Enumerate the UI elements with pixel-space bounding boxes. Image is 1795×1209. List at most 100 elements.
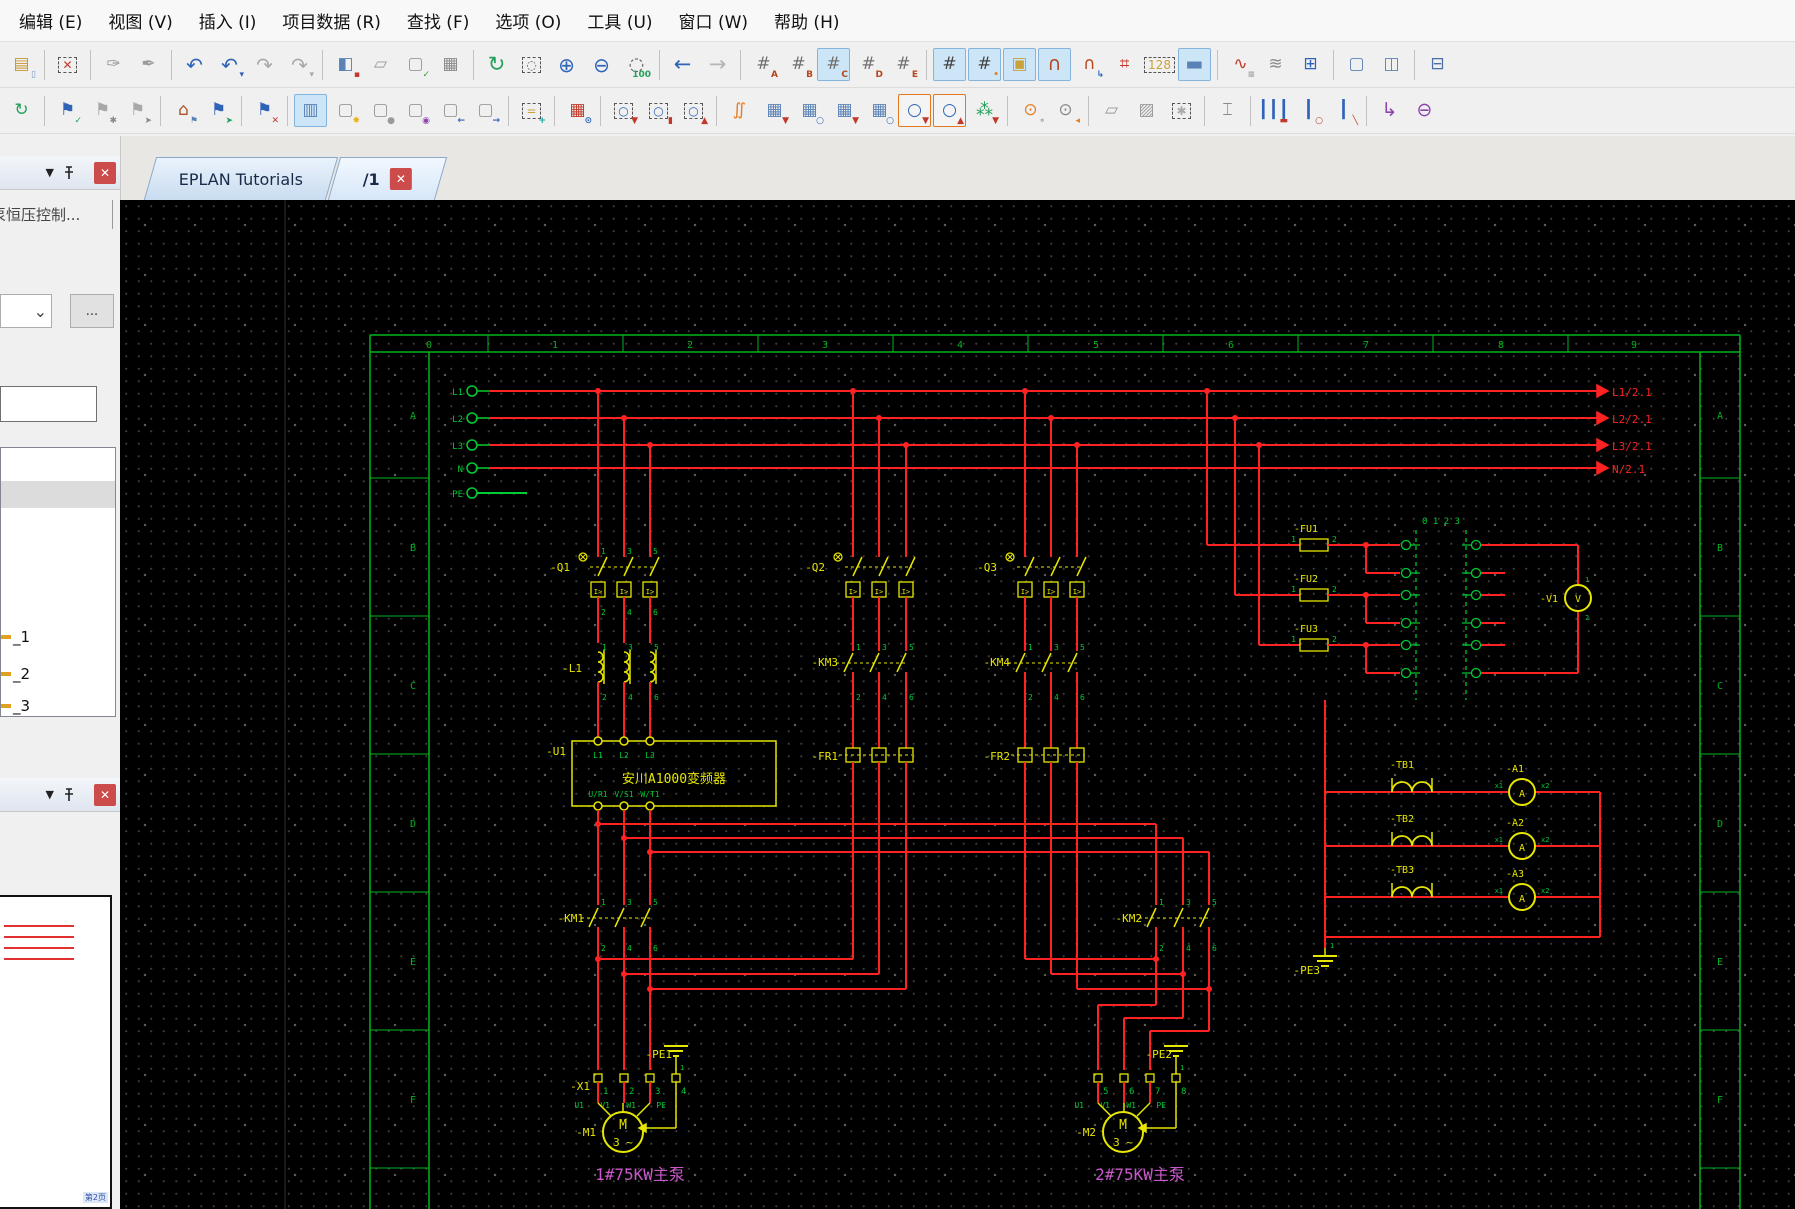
wire[interactable] — [1015, 652, 1026, 673]
symbol-list-item[interactable]: _2 — [1, 661, 115, 687]
bus-ref-n[interactable]: N/2.1 — [1612, 463, 1645, 476]
zoom-100-icon[interactable]: ◌ 100 — [620, 48, 653, 81]
label[interactable]: 2 — [856, 693, 861, 702]
label[interactable]: 6 — [909, 693, 914, 702]
label[interactable]: U1 — [574, 1101, 584, 1110]
symbol-circle[interactable] — [619, 736, 629, 746]
terminal-N[interactable] — [466, 462, 478, 474]
wire[interactable] — [843, 652, 854, 673]
device-q3[interactable]: -Q3 — [977, 561, 997, 574]
label[interactable]: x1 — [1495, 782, 1503, 790]
symbol-circle[interactable] — [1470, 589, 1482, 601]
label[interactable]: I> — [646, 588, 654, 596]
workspace-layout-icon[interactable]: ◧ ▪ — [329, 48, 362, 81]
insert-graphic-icon[interactable]: ✱ — [1165, 94, 1198, 127]
symbol-place-icon[interactable]: ○ ▼ — [607, 94, 640, 127]
u1-inverter-text[interactable]: 安川A1000变频器 — [622, 771, 726, 787]
label[interactable]: 4 — [681, 1087, 686, 1097]
panel1-menu-icon[interactable]: ▼ — [46, 166, 54, 179]
label[interactable]: 2 — [1159, 944, 1164, 953]
fuse-fu2[interactable] — [1299, 588, 1329, 602]
paste-icon[interactable]: ▤ ▯ — [5, 48, 38, 81]
label[interactable]: V/S1 — [614, 790, 633, 799]
label[interactable]: 2 — [1332, 535, 1337, 544]
device-fr2[interactable]: -FR2 — [984, 750, 1011, 763]
symbol-pin-down-icon[interactable]: ○ ▮ — [642, 94, 675, 127]
label[interactable]: 5 — [1103, 1087, 1108, 1097]
grid-e-icon[interactable]: # E — [887, 48, 920, 81]
symbol-circle[interactable] — [1470, 539, 1482, 551]
label[interactable]: 3 — [627, 547, 632, 556]
label[interactable]: 1 — [1585, 576, 1589, 584]
zoom-window-icon[interactable]: ◌ — [515, 48, 548, 81]
device-filter-icon[interactable]: ▦ ⊙ — [561, 94, 594, 127]
page-macro-icon[interactable]: ▢ ◉ — [399, 94, 432, 127]
symbol-tree-list[interactable]: _1 _2 _3 — [0, 447, 116, 717]
wire[interactable] — [1024, 556, 1035, 577]
menu-help[interactable]: 帮助 (H) — [761, 2, 852, 39]
interrupt-connection-icon[interactable]: ┃ ╲ — [1327, 94, 1360, 127]
device-v1[interactable]: -V1 — [1540, 594, 1558, 605]
label[interactable]: U1 — [1074, 1101, 1084, 1110]
menu-options[interactable]: 选项 (O) — [482, 2, 574, 39]
zoom-in-icon[interactable]: ⊕ — [550, 48, 583, 81]
label[interactable]: L3 — [645, 751, 655, 760]
cable-navigator-funnel-icon[interactable]: ▦ ▼ — [828, 94, 861, 127]
device-fu2[interactable]: -FU2 — [1294, 574, 1318, 585]
label[interactable]: 1 — [1291, 635, 1296, 644]
label[interactable]: 8 — [1181, 1087, 1186, 1097]
label[interactable]: 3 — [882, 643, 887, 652]
symbol-pin-up-icon[interactable]: ○ ▲ — [677, 94, 710, 127]
insert-terminal-icon[interactable]: ○ ▲ — [933, 94, 966, 127]
label[interactable]: I> — [875, 588, 883, 596]
label[interactable]: M — [1119, 1118, 1127, 1133]
go-forward-icon[interactable]: → — [701, 48, 734, 81]
symbol-box[interactable] — [1171, 1073, 1181, 1083]
menu-insert[interactable]: 插入 (I) — [186, 2, 270, 39]
delete-wires-icon[interactable]: ┃┃┃ ▬ — [1257, 94, 1290, 127]
bus-label-pe[interactable]: PE — [452, 490, 463, 500]
device-tb3[interactable]: -TB3 — [1390, 865, 1414, 876]
panel2-pin-icon[interactable] — [63, 787, 75, 802]
wire[interactable] — [597, 556, 608, 577]
device-a1[interactable]: -A1 — [1506, 764, 1524, 775]
arrow[interactable] — [1596, 383, 1610, 399]
terminal-L3[interactable] — [466, 439, 478, 451]
label[interactable]: 2 — [601, 608, 606, 617]
connection-curve-icon[interactable]: ↳ — [1373, 94, 1406, 127]
label[interactable]: 4 — [628, 693, 633, 702]
wire[interactable] — [614, 907, 625, 928]
label[interactable]: 6 — [653, 944, 658, 953]
structure-filter-icon[interactable]: ⁂ ▼ — [968, 94, 1001, 127]
label[interactable]: 4 — [627, 944, 632, 953]
bus-ref-l2[interactable]: L2/2.1 — [1612, 413, 1652, 426]
label[interactable]: I> — [1021, 588, 1029, 596]
hatch-area-icon[interactable]: ▨ — [1130, 94, 1163, 127]
label[interactable]: 1 — [601, 898, 606, 907]
device-km1[interactable]: -KM1 — [558, 912, 585, 925]
arrow[interactable] — [1596, 460, 1610, 476]
pump1-label[interactable]: 1#75KW主泵 — [595, 1165, 685, 1184]
symbol-circle[interactable] — [645, 801, 655, 811]
device-pe1[interactable]: -PE1 — [646, 1048, 673, 1061]
symbol-circle[interactable] — [1470, 639, 1482, 651]
bus-label-l2[interactable]: L2 — [452, 415, 463, 425]
menu-window[interactable]: 窗口 (W) — [666, 2, 761, 39]
arrow[interactable] — [1596, 437, 1610, 453]
label[interactable]: 3 — [655, 1087, 660, 1097]
label[interactable]: 2 — [601, 944, 606, 953]
wire[interactable] — [878, 556, 889, 577]
grid-d-icon[interactable]: # D — [852, 48, 885, 81]
list-selection[interactable] — [1, 481, 115, 508]
label[interactable]: A — [1519, 894, 1525, 905]
fuse-fu1[interactable] — [1299, 538, 1329, 552]
symbol-circle[interactable] — [1470, 567, 1482, 579]
fuse-fu3[interactable] — [1299, 638, 1329, 652]
device-fu3[interactable]: -FU3 — [1294, 624, 1318, 635]
menu-tools[interactable]: 工具 (U) — [574, 2, 665, 39]
symbol-box[interactable] — [593, 1073, 603, 1083]
go-back-icon[interactable]: ← — [666, 48, 699, 81]
branch-symbol-icon[interactable]: ⌗ — [1108, 48, 1141, 81]
device-fu1[interactable]: -FU1 — [1294, 524, 1318, 535]
insert-device-icon[interactable]: ○ ▼ — [898, 94, 931, 127]
